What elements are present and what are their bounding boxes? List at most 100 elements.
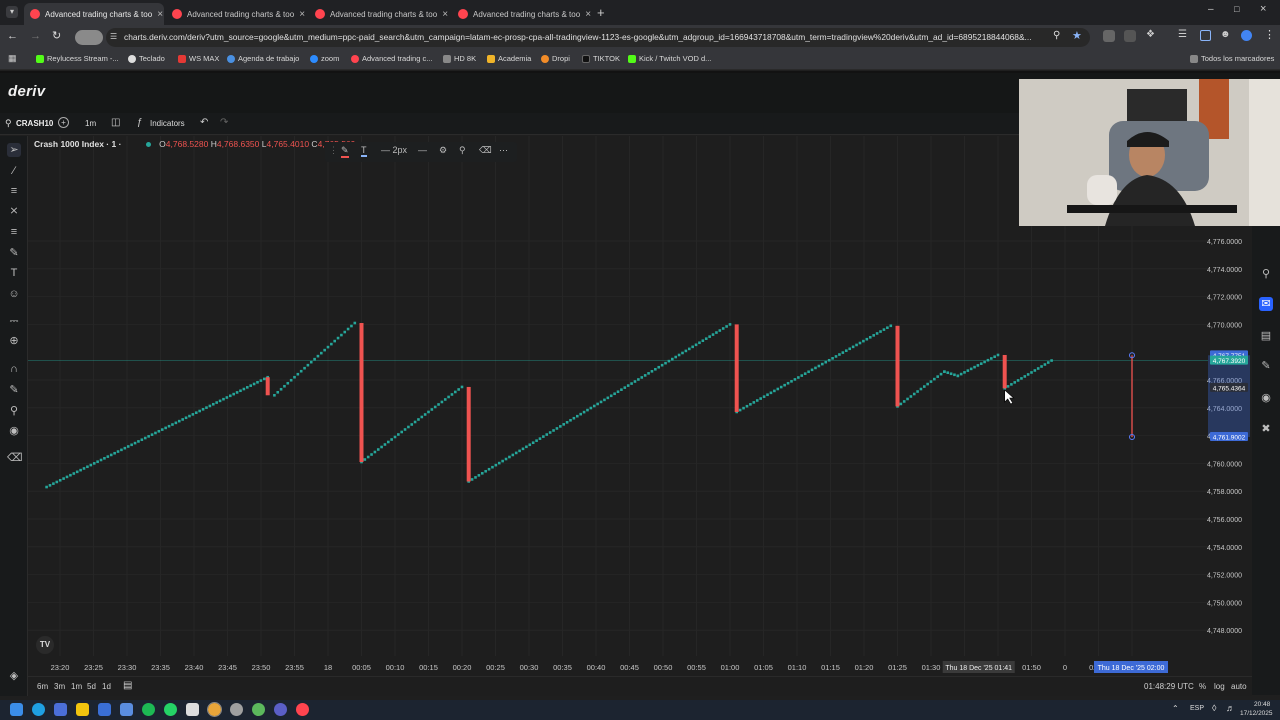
forward-icon[interactable]: → bbox=[30, 30, 41, 42]
sidepanel-icon[interactable] bbox=[1200, 30, 1211, 41]
reload-icon[interactable]: ↻ bbox=[52, 29, 61, 42]
more-icon[interactable]: ⋯ bbox=[499, 145, 508, 156]
volume-icon[interactable]: ♬ bbox=[1226, 703, 1235, 713]
google-account-icon[interactable] bbox=[1241, 30, 1252, 41]
settings-icon[interactable]: ⚙ bbox=[439, 145, 447, 156]
clock-time[interactable]: 20:48 bbox=[1254, 701, 1270, 708]
bookmark-item[interactable]: Academia bbox=[487, 54, 531, 63]
redo-icon[interactable]: ↷ bbox=[220, 117, 228, 128]
line-style-icon[interactable]: — bbox=[418, 145, 427, 155]
new-tab-icon[interactable]: + bbox=[597, 5, 605, 20]
line-color-icon[interactable]: ✎ bbox=[341, 145, 349, 158]
browser-tab-2[interactable]: Advanced trading charts & too × bbox=[166, 3, 306, 25]
teams-icon[interactable] bbox=[274, 703, 287, 716]
horizontal-lines-icon[interactable]: ≡ bbox=[7, 184, 21, 198]
auto-scale-toggle[interactable]: auto bbox=[1231, 682, 1247, 691]
trash-icon[interactable]: ⌫ bbox=[479, 145, 492, 156]
file-explorer-icon[interactable] bbox=[76, 703, 89, 716]
bookmark-item[interactable]: WS MAX bbox=[178, 54, 219, 63]
bookmark-item[interactable]: TIKTOK bbox=[582, 54, 620, 63]
range-3m-button[interactable]: 3m bbox=[54, 682, 65, 691]
site-info-icon[interactable] bbox=[75, 30, 103, 45]
symbol-search-icon[interactable]: ⚲ bbox=[5, 118, 12, 129]
indicators-button[interactable]: Indicators bbox=[150, 119, 185, 128]
trash-icon[interactable]: ⌫ bbox=[7, 451, 23, 465]
app-icon[interactable] bbox=[54, 703, 67, 716]
url-field[interactable]: charts.deriv.com/deriv?utm_source=google… bbox=[106, 28, 1090, 47]
log-toggle[interactable]: log bbox=[1214, 682, 1225, 691]
extension-icon[interactable] bbox=[1124, 30, 1136, 42]
maximize-window-icon[interactable]: □ bbox=[1234, 4, 1239, 14]
bookmark-item[interactable]: Teclado bbox=[128, 54, 165, 63]
range-1m-button[interactable]: 1m bbox=[71, 682, 82, 691]
file-icon[interactable] bbox=[186, 703, 199, 716]
magnet-icon[interactable]: ∩ bbox=[7, 362, 21, 376]
calendar-icon[interactable]: ▤ bbox=[1259, 329, 1273, 343]
range-1d-button[interactable]: 1d bbox=[102, 682, 111, 691]
ruler-icon[interactable]: ⎓ bbox=[7, 314, 21, 328]
all-bookmarks[interactable]: Todos los marcadores bbox=[1190, 54, 1274, 63]
indicators-icon[interactable]: ƒ bbox=[137, 117, 143, 128]
app-icon[interactable] bbox=[98, 703, 111, 716]
fib-icon[interactable]: ≡ bbox=[7, 225, 21, 239]
bookmark-item[interactable]: HD 8K bbox=[443, 54, 476, 63]
back-icon[interactable]: ← bbox=[7, 30, 18, 42]
bookmark-item[interactable]: Dropi bbox=[541, 54, 570, 63]
browser-tab-3[interactable]: Advanced trading charts & too × bbox=[309, 3, 449, 25]
tools-icon[interactable]: ✖ bbox=[1259, 422, 1273, 436]
pencil-lock-icon[interactable]: ✎ bbox=[7, 383, 21, 397]
tray-up-icon[interactable]: ⌃ bbox=[1172, 704, 1179, 713]
zoom-icon[interactable]: ⚲ bbox=[1053, 30, 1060, 41]
app-icon[interactable] bbox=[296, 703, 309, 716]
gamepad-icon[interactable]: ◉ bbox=[1259, 391, 1273, 405]
bookmark-item[interactable]: Agenda de trabajo bbox=[227, 54, 299, 63]
range-6m-button[interactable]: 6m bbox=[37, 682, 48, 691]
lock-icon[interactable]: ⚲ bbox=[7, 404, 21, 418]
bookmark-star-icon[interactable]: ★ bbox=[1072, 29, 1082, 42]
settings-icon[interactable] bbox=[230, 703, 243, 716]
line-width-button[interactable]: — 2px bbox=[381, 145, 407, 155]
keyboard-language[interactable]: ESP bbox=[1190, 705, 1204, 712]
interval-button[interactable]: 1m bbox=[85, 119, 96, 128]
pattern-icon[interactable]: ⨯ bbox=[7, 204, 21, 218]
text-color-icon[interactable]: T bbox=[361, 145, 367, 157]
undo-icon[interactable]: ↶ bbox=[200, 117, 208, 128]
wifi-icon[interactable]: ◊ bbox=[1212, 703, 1216, 713]
tradingview-logo-icon[interactable]: TV bbox=[36, 636, 54, 654]
minimize-window-icon[interactable]: – bbox=[1208, 4, 1214, 15]
close-tab-icon[interactable]: × bbox=[442, 9, 448, 20]
close-window-icon[interactable]: × bbox=[1260, 3, 1266, 15]
extension-icon[interactable] bbox=[1103, 30, 1115, 42]
symbol-button[interactable]: CRASH10 bbox=[16, 119, 53, 128]
percent-toggle[interactable]: % bbox=[1199, 682, 1206, 691]
profile-icon[interactable]: ☻ bbox=[1220, 29, 1231, 40]
drag-handle-icon[interactable]: ⋮ bbox=[329, 145, 338, 156]
bookmark-item[interactable]: Advanced trading c... bbox=[351, 54, 432, 63]
apps-grid-icon[interactable]: ▦ bbox=[8, 53, 17, 64]
windows-start-icon[interactable] bbox=[10, 703, 23, 716]
close-tab-icon[interactable]: × bbox=[157, 9, 163, 20]
edit-icon[interactable]: ✎ bbox=[1259, 359, 1273, 373]
spotify-icon[interactable] bbox=[142, 703, 155, 716]
browser-tab-1[interactable]: Advanced trading charts & too × bbox=[24, 3, 164, 25]
chat-icon[interactable]: ✉ bbox=[1259, 297, 1273, 311]
edge-icon[interactable] bbox=[32, 703, 45, 716]
range-5d-button[interactable]: 5d bbox=[87, 682, 96, 691]
close-tab-icon[interactable]: × bbox=[585, 9, 591, 20]
chrome-icon[interactable] bbox=[207, 702, 222, 717]
deriv-logo[interactable]: deriv bbox=[8, 83, 45, 100]
layers-icon[interactable]: ◈ bbox=[7, 669, 21, 683]
cursor-icon[interactable]: ➢ bbox=[7, 143, 21, 157]
site-settings-icon[interactable]: ☰ bbox=[110, 32, 117, 41]
emoji-icon[interactable]: ☺ bbox=[7, 287, 21, 301]
utc-clock[interactable]: 01:48:29 UTC bbox=[1144, 682, 1194, 691]
chart-type-icon[interactable]: ◫ bbox=[111, 117, 120, 128]
close-tab-icon[interactable]: × bbox=[299, 9, 305, 20]
mail-icon[interactable] bbox=[120, 703, 133, 716]
bookmark-item[interactable]: zoom bbox=[310, 54, 339, 63]
brush-icon[interactable]: ✎ bbox=[7, 246, 21, 260]
bookmark-item[interactable]: Reylucess Stream -... bbox=[36, 54, 119, 63]
eye-icon[interactable]: ◉ bbox=[7, 424, 21, 438]
date-range-icon[interactable]: ▤ bbox=[123, 680, 132, 691]
whatsapp-icon[interactable] bbox=[164, 703, 177, 716]
